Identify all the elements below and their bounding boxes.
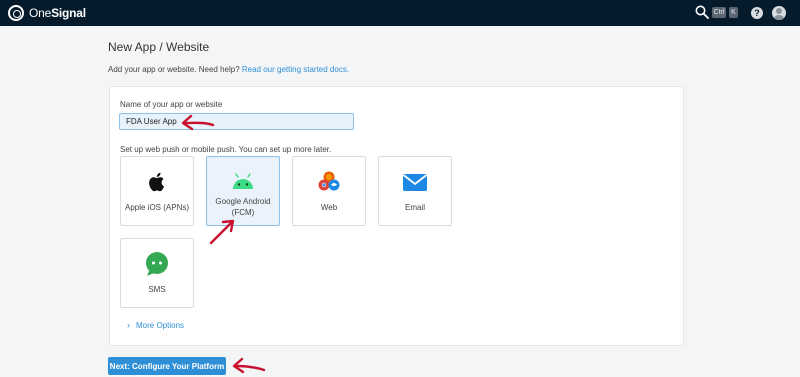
onesignal-logo-icon — [8, 5, 24, 21]
logo-word-signal: Signal — [51, 6, 86, 20]
annotation-arrow-android-icon — [209, 219, 235, 245]
help-icon[interactable]: ? — [751, 7, 763, 19]
platform-setup-label: Set up web push or mobile push. You can … — [120, 145, 332, 154]
platform-sms-label: SMS — [148, 285, 166, 294]
next-configure-platform-button[interactable]: Next: Configure Your Platform — [108, 357, 226, 375]
chevron-right-icon: › — [127, 320, 130, 330]
platform-email[interactable]: Email — [378, 156, 452, 226]
shortcut-ctrl-key: Ctrl — [712, 7, 726, 18]
user-avatar-icon[interactable] — [772, 6, 786, 20]
getting-started-docs-link[interactable]: Read our getting started docs. — [242, 65, 349, 74]
help-text-label: Add your app or website. Need help? — [108, 65, 240, 74]
annotation-arrow-next-button-icon — [232, 357, 266, 374]
chat-bubble-icon — [146, 252, 168, 276]
envelope-icon — [402, 174, 428, 191]
logo-word-one: One — [29, 6, 52, 20]
page-title: New App / Website — [108, 40, 210, 54]
platform-email-label: Email — [404, 203, 425, 212]
platform-web-label: Web — [320, 203, 338, 212]
more-options-label: More Options — [136, 320, 185, 330]
annotation-arrow-name-field-icon — [181, 114, 215, 131]
logo-text: OneSignal — [29, 6, 86, 20]
more-options-toggle[interactable]: › More Options — [127, 320, 184, 330]
platform-apple-ios[interactable]: Apple iOS (APNs) — [120, 156, 194, 226]
shortcut-k-key: K — [729, 7, 738, 18]
app-name-label: Name of your app or website — [120, 100, 223, 109]
android-icon — [233, 173, 253, 189]
apple-icon — [149, 172, 165, 192]
platform-sms[interactable]: SMS — [120, 238, 194, 308]
app-name-input[interactable] — [119, 113, 354, 130]
search-icon[interactable] — [695, 5, 709, 19]
platform-web[interactable]: Web — [292, 156, 366, 226]
help-text: Add your app or website. Need help? Read… — [108, 65, 349, 74]
platform-apple-ios-label: Apple iOS (APNs) — [124, 203, 190, 212]
top-navigation-bar: OneSignal Ctrl K ? — [0, 0, 800, 26]
browsers-icon — [318, 171, 340, 191]
onesignal-logo[interactable]: OneSignal — [8, 5, 86, 21]
